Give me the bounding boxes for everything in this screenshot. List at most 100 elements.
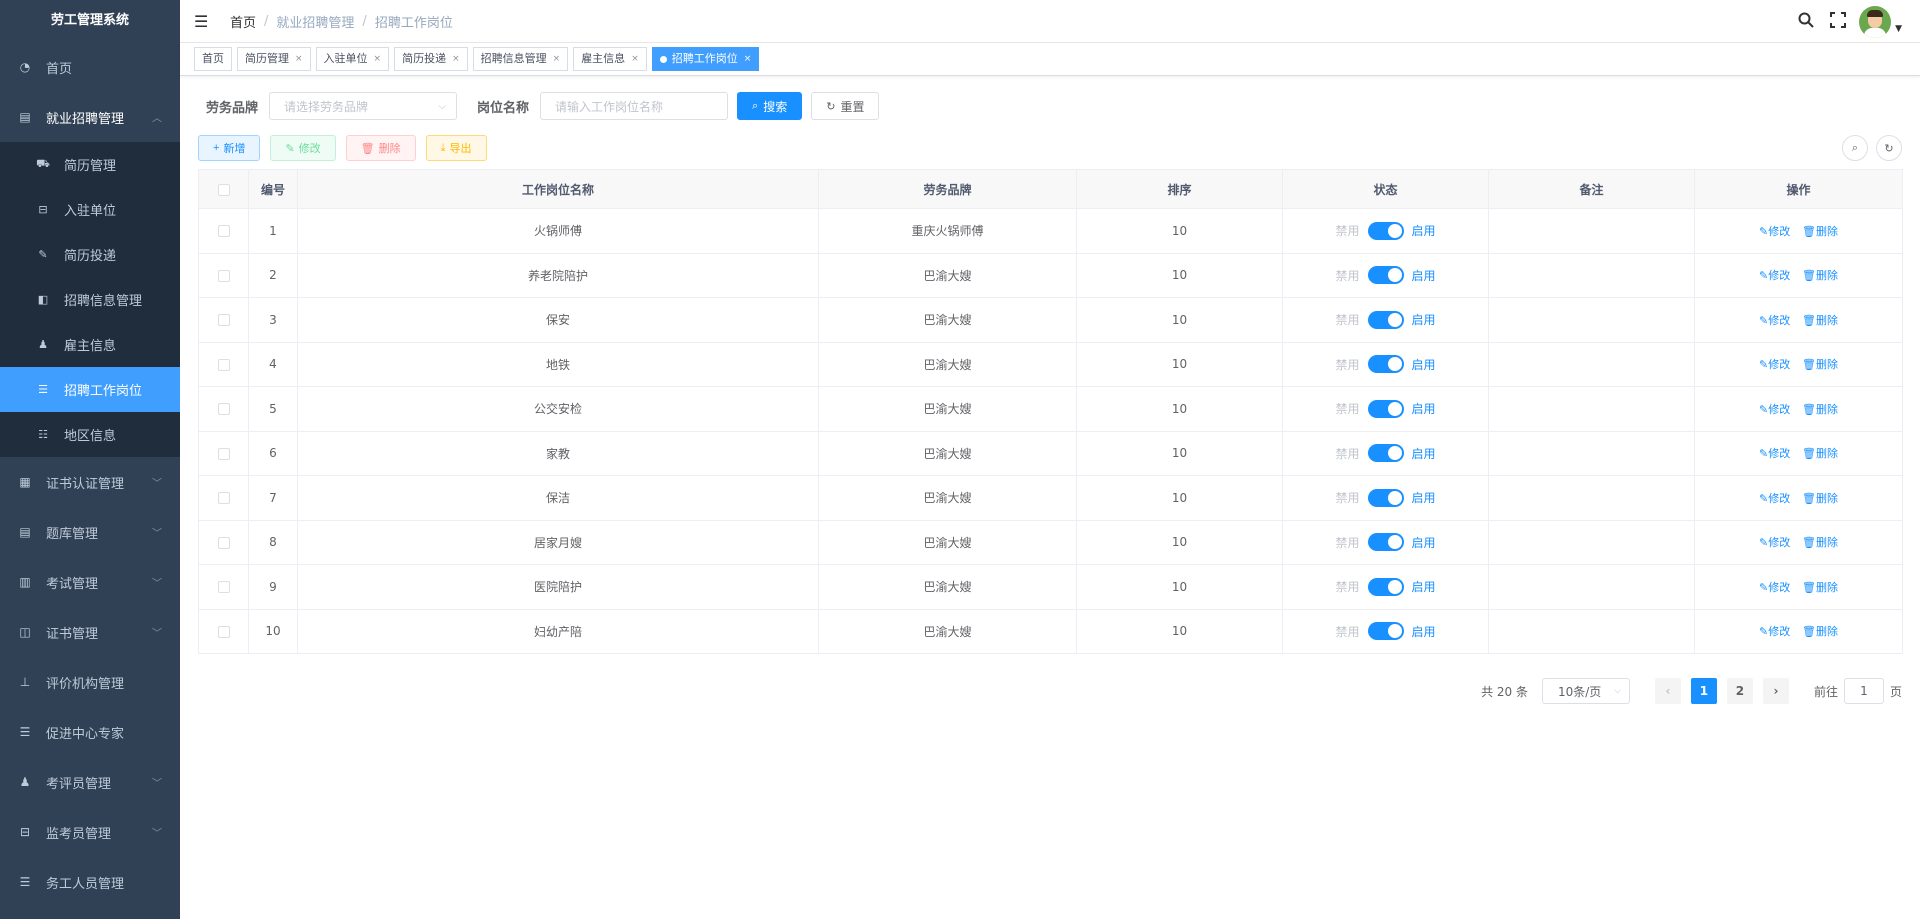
close-icon[interactable]: × bbox=[744, 48, 752, 70]
sidebar-item[interactable]: ♟ 考评员管理 ﹀ bbox=[0, 757, 180, 807]
row-checkbox[interactable] bbox=[217, 625, 230, 638]
row-delete-link[interactable]: 🗑删除 bbox=[1802, 314, 1838, 327]
row-edit-link[interactable]: ✎修改 bbox=[1759, 625, 1790, 638]
row-checkbox[interactable] bbox=[217, 269, 230, 282]
status-switch[interactable]: 禁用 启用 bbox=[1335, 355, 1436, 374]
select-all-checkbox[interactable] bbox=[217, 183, 230, 196]
row-delete-link[interactable]: 🗑删除 bbox=[1802, 581, 1838, 594]
status-switch[interactable]: 禁用 启用 bbox=[1335, 533, 1436, 552]
toggle-switch[interactable] bbox=[1367, 310, 1404, 329]
close-icon[interactable]: × bbox=[452, 48, 460, 70]
row-edit-link[interactable]: ✎修改 bbox=[1759, 314, 1790, 327]
sidebar-item[interactable]: ◔ 首页 bbox=[0, 42, 180, 92]
close-icon[interactable]: × bbox=[553, 48, 561, 70]
sidebar-item[interactable]: ☰ 务工人员管理 bbox=[0, 857, 180, 907]
reset-button[interactable]: ↻ 重置 bbox=[811, 92, 880, 120]
toggle-switch[interactable] bbox=[1367, 221, 1404, 240]
tag-item[interactable]: 入驻单位 × bbox=[315, 47, 390, 71]
fullscreen-icon[interactable] bbox=[1829, 11, 1847, 32]
row-checkbox[interactable] bbox=[217, 447, 230, 460]
row-checkbox[interactable] bbox=[217, 358, 230, 371]
row-edit-link[interactable]: ✎修改 bbox=[1759, 225, 1790, 238]
page-jump-input[interactable]: 1 bbox=[1843, 678, 1884, 704]
page-button-1[interactable]: 1 bbox=[1690, 678, 1717, 704]
toggle-switch[interactable] bbox=[1367, 488, 1404, 507]
row-edit-link[interactable]: ✎修改 bbox=[1759, 492, 1790, 505]
status-switch[interactable]: 禁用 启用 bbox=[1335, 577, 1436, 596]
sidebar-subitem[interactable]: ◧ 招聘信息管理 bbox=[0, 277, 180, 322]
tag-item[interactable]: 雇主信息 × bbox=[573, 47, 647, 71]
add-button[interactable]: + 新增 bbox=[198, 135, 261, 161]
tag-item[interactable]: 简历投递 × bbox=[394, 47, 468, 71]
sidebar-subitem[interactable]: ♟ 雇主信息 bbox=[0, 322, 180, 367]
sidebar-subitem[interactable]: ⛟ 简历管理 bbox=[0, 142, 180, 187]
row-checkbox[interactable] bbox=[217, 536, 230, 549]
row-delete-link[interactable]: 🗑删除 bbox=[1802, 358, 1838, 371]
breadcrumb-item-home[interactable]: 首页 bbox=[230, 12, 256, 31]
row-delete-link[interactable]: 🗑删除 bbox=[1802, 225, 1838, 238]
status-switch[interactable]: 禁用 启用 bbox=[1335, 488, 1436, 507]
close-icon[interactable]: × bbox=[295, 48, 303, 70]
sidebar-item[interactable]: ▦ 证书认证管理 ﹀ bbox=[0, 457, 180, 507]
toggle-switch[interactable] bbox=[1367, 444, 1404, 463]
toggle-search-icon[interactable]: ⌕ bbox=[1842, 135, 1868, 161]
export-button[interactable]: ⤓ 导出 bbox=[425, 135, 487, 161]
refresh-icon[interactable]: ↻ bbox=[1876, 135, 1902, 161]
row-checkbox[interactable] bbox=[217, 581, 230, 594]
row-edit-link[interactable]: ✎修改 bbox=[1759, 581, 1790, 594]
delete-button[interactable]: 🗑 删除 bbox=[345, 135, 416, 161]
close-icon[interactable]: × bbox=[631, 48, 639, 70]
sidebar-item[interactable]: ⊥ 评价机构管理 bbox=[0, 657, 180, 707]
row-edit-link[interactable]: ✎修改 bbox=[1759, 447, 1790, 460]
row-checkbox[interactable] bbox=[217, 492, 230, 505]
sidebar-subitem[interactable]: ✎ 简历投递 bbox=[0, 232, 180, 277]
row-delete-link[interactable]: 🗑删除 bbox=[1802, 536, 1838, 549]
page-size-select[interactable]: 10条/页 ⌵ bbox=[1541, 678, 1630, 704]
row-edit-link[interactable]: ✎修改 bbox=[1759, 403, 1790, 416]
prev-page-button[interactable]: ‹ bbox=[1654, 678, 1681, 704]
sidebar-subitem[interactable]: ☷ 地区信息 bbox=[0, 412, 180, 457]
toggle-switch[interactable] bbox=[1367, 577, 1404, 596]
search-button[interactable]: ⌕ 搜索 bbox=[737, 92, 803, 120]
page-button-2[interactable]: 2 bbox=[1726, 678, 1753, 704]
tag-item[interactable]: 招聘工作岗位 × bbox=[651, 47, 760, 71]
status-switch[interactable]: 禁用 启用 bbox=[1335, 622, 1436, 641]
caret-down-icon[interactable]: ▼ bbox=[1895, 24, 1902, 34]
toggle-switch[interactable] bbox=[1367, 399, 1404, 418]
edit-button[interactable]: ✎ 修改 bbox=[270, 135, 336, 161]
row-edit-link[interactable]: ✎修改 bbox=[1759, 269, 1790, 282]
status-switch[interactable]: 禁用 启用 bbox=[1335, 444, 1436, 463]
sidebar-subitem[interactable]: ☰ 招聘工作岗位 bbox=[0, 367, 180, 412]
status-switch[interactable]: 禁用 启用 bbox=[1335, 221, 1436, 240]
row-edit-link[interactable]: ✎修改 bbox=[1759, 358, 1790, 371]
brand-select[interactable]: 请选择劳务品牌 ⌵ bbox=[269, 92, 458, 120]
row-delete-link[interactable]: 🗑删除 bbox=[1802, 625, 1838, 638]
sidebar-item[interactable]: ▤ 题库管理 ﹀ bbox=[0, 507, 180, 557]
sidebar-item[interactable]: ☰ 促进中心专家 bbox=[0, 707, 180, 757]
search-icon[interactable] bbox=[1797, 12, 1815, 32]
row-delete-link[interactable]: 🗑删除 bbox=[1802, 403, 1838, 416]
job-name-input[interactable]: 请输入工作岗位名称 bbox=[540, 92, 729, 120]
status-switch[interactable]: 禁用 启用 bbox=[1335, 399, 1436, 418]
status-switch[interactable]: 禁用 启用 bbox=[1335, 266, 1436, 285]
row-delete-link[interactable]: 🗑删除 bbox=[1802, 269, 1838, 282]
tag-item[interactable]: 首页 bbox=[194, 47, 232, 71]
sidebar-item[interactable]: ▥ 考试管理 ﹀ bbox=[0, 557, 180, 607]
sidebar-item[interactable]: ⊟ 监考员管理 ﹀ bbox=[0, 807, 180, 857]
row-checkbox[interactable] bbox=[217, 314, 230, 327]
status-switch[interactable]: 禁用 启用 bbox=[1335, 310, 1436, 329]
row-edit-link[interactable]: ✎修改 bbox=[1759, 536, 1790, 549]
row-delete-link[interactable]: 🗑删除 bbox=[1802, 447, 1838, 460]
user-avatar[interactable] bbox=[1859, 5, 1892, 38]
toggle-switch[interactable] bbox=[1367, 355, 1404, 374]
close-icon[interactable]: × bbox=[374, 48, 382, 70]
row-checkbox[interactable] bbox=[217, 225, 230, 238]
row-delete-link[interactable]: 🗑删除 bbox=[1802, 492, 1838, 505]
toggle-switch[interactable] bbox=[1367, 622, 1404, 641]
tag-item[interactable]: 招聘信息管理 × bbox=[472, 47, 569, 71]
row-checkbox[interactable] bbox=[217, 403, 230, 416]
sidebar-item[interactable]: ▤ 就业招聘管理 ︿ bbox=[0, 92, 180, 142]
tag-item[interactable]: 简历管理 × bbox=[237, 47, 311, 71]
hamburger-icon[interactable]: ☰ bbox=[194, 12, 210, 31]
toggle-switch[interactable] bbox=[1367, 533, 1404, 552]
